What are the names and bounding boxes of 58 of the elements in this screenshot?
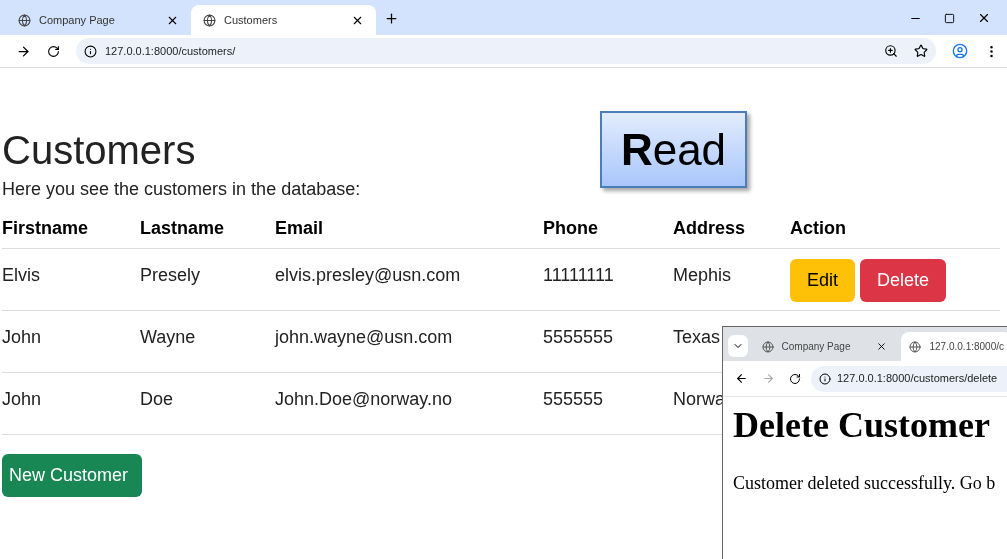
delete-button[interactable]: Delete (860, 259, 947, 302)
table-cell: john.wayne@usn.com (275, 327, 453, 347)
url-text: 127.0.0.1:8000/customers/ (105, 43, 237, 59)
column-header: Firstname (2, 218, 89, 238)
table-cell: Wayne (140, 327, 196, 347)
table-cell: Elvis (2, 265, 40, 285)
table-cell: Doe (140, 389, 174, 409)
table-cell: 11111111 (543, 265, 614, 285)
reload-icon[interactable] (789, 372, 801, 385)
profile-icon[interactable] (952, 43, 968, 59)
browser-tab[interactable]: Customers (191, 5, 376, 35)
tab-list-button[interactable] (728, 335, 748, 357)
globe-icon (18, 13, 31, 27)
table-cell: John.Doe@norway.no (275, 389, 453, 409)
tab-title: Company Page (781, 340, 852, 354)
column-header: Lastname (140, 218, 225, 238)
table-cell: 555555 (543, 389, 604, 409)
browser-tab[interactable]: Company Page (753, 332, 896, 361)
tab-title: Company Page (39, 12, 116, 28)
edit-button[interactable]: Edit (790, 259, 856, 302)
intro-text: Here you see the customers in the database: (2, 178, 362, 201)
new-customer-button[interactable]: New Customer (2, 454, 143, 497)
url-field[interactable]: 127.0.0.1:8000/customers/ (76, 38, 936, 64)
forward-icon[interactable] (16, 43, 31, 59)
tab-title: Customers (224, 12, 279, 28)
maximize-icon[interactable] (944, 12, 955, 24)
star-icon[interactable] (914, 44, 928, 58)
info-icon (84, 44, 97, 58)
page-heading: Customers (2, 127, 196, 174)
url-field[interactable]: 127.0.0.1:8000/customers/delete (811, 365, 1007, 392)
column-header: Email (275, 218, 324, 238)
table-cell: John (2, 389, 42, 409)
column-header: Action (790, 218, 846, 238)
close-icon[interactable] (977, 11, 991, 25)
close-icon[interactable] (876, 341, 888, 352)
page-heading: Delete Customer (733, 404, 991, 446)
column-header: Phone (543, 218, 598, 238)
status-message: Customer deleted successfully. Go b (733, 472, 997, 495)
reload-icon[interactable] (47, 44, 60, 58)
url-text: 127.0.0.1:8000/customers/delete (837, 371, 998, 387)
globe-icon (761, 340, 774, 353)
globe-icon (203, 13, 216, 27)
browser-tab[interactable]: Company Page (6, 5, 191, 35)
info-icon (819, 372, 831, 385)
tab-title: 127.0.0.1:8000/c (929, 340, 1004, 354)
browser-tab[interactable]: 127.0.0.1:8000/c (901, 332, 1007, 361)
table-cell: Mephis (673, 265, 732, 285)
table-cell: elvis.presley@usn.com (275, 265, 461, 285)
zoom-icon[interactable] (884, 44, 898, 58)
column-header: Address (673, 218, 746, 238)
read-callout: Read (600, 111, 747, 188)
new-tab-icon[interactable] (384, 11, 399, 26)
table-cell: John (2, 327, 42, 347)
table-cell: 5555555 (543, 327, 614, 347)
globe-icon (909, 340, 922, 353)
back-icon[interactable] (735, 372, 748, 385)
table-cell: Texas (673, 327, 721, 347)
table-cell: Presely (140, 265, 201, 285)
